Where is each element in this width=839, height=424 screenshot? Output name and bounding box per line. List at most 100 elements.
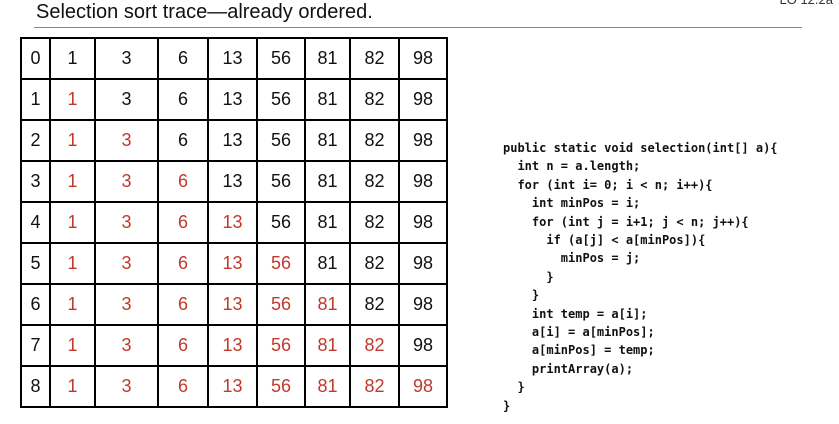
- trace-row: 3 1 3 6 13 56 81 82 98: [21, 161, 448, 203]
- code-line: minPos = j;: [503, 251, 641, 266]
- sorted-cell: 1: [50, 325, 96, 367]
- code-line: }: [503, 288, 540, 303]
- sorted-cell: 3: [95, 325, 159, 367]
- row-index: 3: [21, 161, 51, 203]
- sorted-cell: 13: [208, 366, 258, 408]
- array-cell: 81: [305, 202, 351, 244]
- trace-row: 4 1 3 6 13 56 81 82 98: [21, 202, 448, 244]
- array-cell: 13: [208, 38, 258, 80]
- array-cell: 98: [399, 284, 448, 326]
- array-cell: 81: [305, 161, 351, 203]
- sorted-cell: 56: [257, 284, 306, 326]
- trace-row: 6 1 3 6 13 56 81 82 98: [21, 284, 448, 326]
- sorted-cell: 3: [95, 202, 159, 244]
- sorted-cell: 6: [158, 325, 209, 367]
- sorted-cell: 82: [350, 366, 400, 408]
- code-line: for (int j = i+1; j < n; j++){: [503, 214, 749, 229]
- row-index: 1: [21, 79, 51, 121]
- sorted-cell: 13: [208, 243, 258, 285]
- array-cell: 56: [257, 79, 306, 121]
- array-cell: 56: [257, 38, 306, 80]
- array-cell: 82: [350, 284, 400, 326]
- sorted-cell: 56: [257, 366, 306, 408]
- code-line: }: [503, 269, 554, 284]
- code-line: a[minPos] = temp;: [503, 343, 655, 358]
- trace-row: 0 1 3 6 13 56 81 82 98: [21, 38, 448, 80]
- slide-title: Selection sort trace—already ordered.: [36, 1, 373, 23]
- array-cell: 82: [350, 120, 400, 162]
- trace-row: 7 1 3 6 13 56 81 82 98: [21, 325, 448, 367]
- array-cell: 56: [257, 120, 306, 162]
- code-listing: public static void selection(int[] a){ i…: [503, 140, 778, 416]
- sorted-cell: 6: [158, 366, 209, 408]
- array-cell: 98: [399, 79, 448, 121]
- sorted-cell: 1: [50, 284, 96, 326]
- trace-row: 1 1 3 6 13 56 81 82 98: [21, 79, 448, 121]
- array-cell: 82: [350, 243, 400, 285]
- sorted-cell: 81: [305, 284, 351, 326]
- array-cell: 81: [305, 79, 351, 121]
- code-line: }: [503, 398, 511, 413]
- code-line: }: [503, 380, 525, 395]
- code-block: public static void selection(int[] a){ i…: [503, 141, 778, 413]
- row-index: 7: [21, 325, 51, 367]
- sorted-cell: 1: [50, 79, 96, 121]
- code-line: int temp = a[i];: [503, 306, 648, 321]
- sorted-cell: 13: [208, 202, 258, 244]
- sorted-cell: 98: [399, 366, 448, 408]
- sorted-cell: 6: [158, 161, 209, 203]
- trace-row: 8 1 3 6 13 56 81 82 98: [21, 366, 448, 408]
- trace-row: 5 1 3 6 13 56 81 82 98: [21, 243, 448, 285]
- sorted-cell: 6: [158, 284, 209, 326]
- sorted-cell: 6: [158, 202, 209, 244]
- array-cell: 3: [95, 38, 159, 80]
- sorted-cell: 1: [50, 120, 96, 162]
- array-cell: 6: [158, 79, 209, 121]
- array-cell: 56: [257, 202, 306, 244]
- array-cell: 82: [350, 79, 400, 121]
- sorted-cell: 1: [50, 202, 96, 244]
- array-cell: 13: [208, 120, 258, 162]
- row-index: 6: [21, 284, 51, 326]
- array-cell: 1: [50, 38, 96, 80]
- row-index: 2: [21, 120, 51, 162]
- sorted-cell: 81: [305, 325, 351, 367]
- trace-row: 2 1 3 6 13 56 81 82 98: [21, 120, 448, 162]
- sorted-cell: 82: [350, 325, 400, 367]
- array-cell: 6: [158, 120, 209, 162]
- code-line: int n = a.length;: [503, 159, 641, 174]
- sorted-cell: 3: [95, 161, 159, 203]
- array-cell: 82: [350, 161, 400, 203]
- code-line: printArray(a);: [503, 361, 634, 376]
- sorted-cell: 6: [158, 243, 209, 285]
- array-cell: 98: [399, 38, 448, 80]
- array-cell: 56: [257, 161, 306, 203]
- sorted-cell: 1: [50, 366, 96, 408]
- sorted-cell: 1: [50, 161, 96, 203]
- array-cell: 13: [208, 161, 258, 203]
- sorted-cell: 3: [95, 243, 159, 285]
- row-index: 8: [21, 366, 51, 408]
- array-cell: 98: [399, 202, 448, 244]
- learning-objective-tag: LO 12.2a: [780, 0, 834, 8]
- code-line: if (a[j] < a[minPos]){: [503, 233, 706, 248]
- row-index: 4: [21, 202, 51, 244]
- sorted-cell: 13: [208, 325, 258, 367]
- array-cell: 81: [305, 120, 351, 162]
- sorted-cell: 3: [95, 366, 159, 408]
- array-cell: 98: [399, 325, 448, 367]
- array-cell: 98: [399, 161, 448, 203]
- title-divider: [34, 27, 802, 28]
- array-cell: 13: [208, 79, 258, 121]
- code-line: a[i] = a[minPos];: [503, 325, 655, 340]
- array-cell: 98: [399, 120, 448, 162]
- sorted-cell: 1: [50, 243, 96, 285]
- array-cell: 82: [350, 38, 400, 80]
- sorted-cell: 56: [257, 243, 306, 285]
- code-line: public static void selection(int[] a){: [503, 141, 778, 155]
- sorted-cell: 3: [95, 120, 159, 162]
- array-cell: 81: [305, 243, 351, 285]
- row-index: 5: [21, 243, 51, 285]
- array-cell: 82: [350, 202, 400, 244]
- trace-table: 0 1 3 6 13 56 81 82 98 1 1 3 6 13 56 81 82 98 2 1 3 6 13 56 81 82…: [20, 37, 448, 408]
